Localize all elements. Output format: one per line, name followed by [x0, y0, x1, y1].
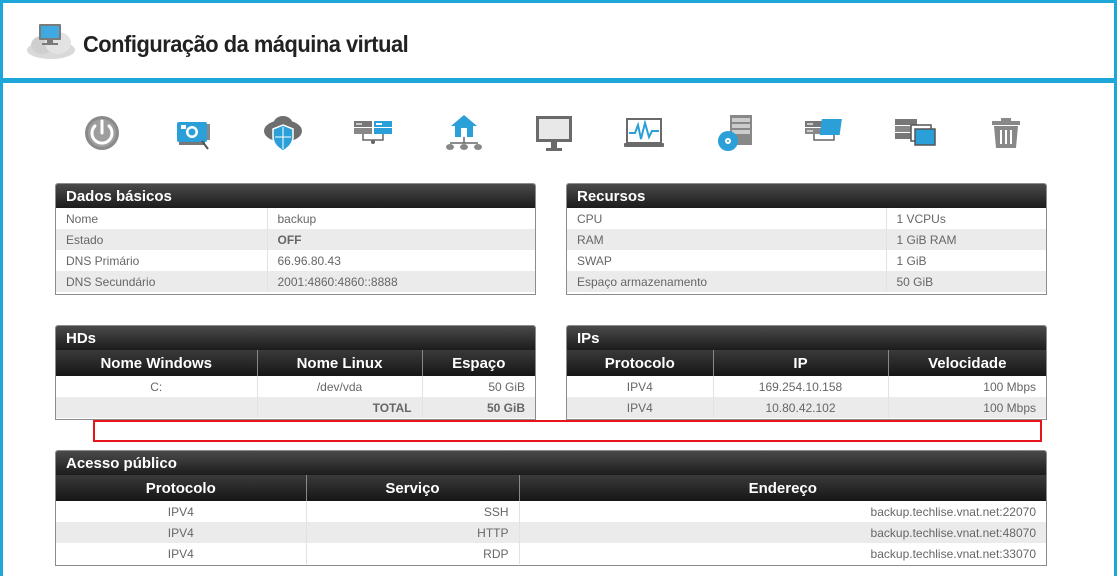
table-row: IPV4 SSH backup.techlise.vnat.net:22070: [56, 501, 1046, 522]
row-label: SWAP: [567, 250, 887, 271]
row-value: 50 GiB: [886, 271, 1046, 292]
row-value: backup: [277, 211, 317, 226]
table-row: IPV4 RDP backup.techlise.vnat.net:33070: [56, 543, 1046, 564]
row-label: RAM: [567, 229, 887, 250]
cloud-computer-logo-icon: [27, 24, 75, 59]
action-toolbar: [80, 111, 1040, 155]
power-icon[interactable]: [80, 111, 124, 155]
home-network-icon[interactable]: [442, 111, 486, 155]
table-row: Estado OFF: [56, 229, 535, 250]
resources-panel: Recursos CPU 1 VCPUs RAM 1 GiB RAM SWAP 1 G…: [566, 183, 1047, 295]
linux-name-cell: /dev/vda: [257, 376, 423, 397]
trash-icon[interactable]: [984, 111, 1028, 155]
table-row: DNS Primário 66.96.80.43: [56, 250, 535, 271]
page-title: Configuração da máquina virtual: [83, 31, 409, 57]
servers-icon[interactable]: [352, 111, 396, 155]
resources-table: CPU 1 VCPUs RAM 1 GiB RAM SWAP 1 GiB Espaço…: [567, 208, 1046, 292]
address-cell: backup.techlise.vnat.net:33070: [870, 546, 1036, 561]
protocol-cell: IPV4: [567, 376, 714, 397]
speed-cell: 100 Mbps: [983, 379, 1036, 394]
address-cell: backup.techlise.vnat.net:22070: [870, 504, 1036, 519]
table-row: IPV4 HTTP backup.techlise.vnat.net:48070: [56, 522, 1046, 543]
row-label: Espaço armazenamento: [567, 271, 887, 292]
space-cell: 50 GiB: [488, 379, 525, 394]
row-label: Estado: [56, 229, 268, 250]
server-screen-icon[interactable]: [803, 111, 847, 155]
service-cell: SSH: [306, 501, 520, 522]
table-row: C: /dev/vda 50 GiB: [56, 376, 535, 397]
table-total-row: TOTAL 50 GiB: [56, 397, 535, 418]
basic-data-table: Nome backup Estado OFF DNS Primário 66.96.8…: [56, 208, 535, 292]
server-images-icon[interactable]: [893, 111, 937, 155]
status-value: OFF: [267, 229, 535, 250]
network-card-icon[interactable]: [171, 111, 215, 155]
row-value: 2001:4860:4860::8888: [267, 271, 535, 292]
row-label: DNS Secundário: [56, 271, 268, 292]
service-cell: RDP: [306, 543, 520, 564]
protocol-cell: IPV4: [56, 501, 307, 522]
total-label: TOTAL: [257, 397, 423, 418]
total-space: 50 GiB: [422, 397, 535, 418]
ips-table: Protocolo IP Velocidade IPV4 169.254.10.…: [567, 350, 1046, 418]
table-header-row: Protocolo Serviço Endereço: [56, 475, 1046, 501]
table-row: RAM 1 GiB RAM: [567, 229, 1046, 250]
table-row: IPV4 10.80.42.102 100 Mbps: [567, 397, 1046, 418]
basic-data-title: Dados básicos: [56, 184, 535, 208]
protocol-cell: IPV4: [567, 397, 714, 418]
basic-data-panel: Dados básicos Nome backup Estado OFF DNS P…: [55, 183, 536, 295]
hds-title: HDs: [56, 326, 535, 350]
disk-server-icon[interactable]: [713, 111, 757, 155]
table-row: Espaço armazenamento 50 GiB: [567, 271, 1046, 292]
row-label: Nome: [56, 208, 268, 229]
row-value: 1 GiB RAM: [886, 229, 1046, 250]
public-access-table: Protocolo Serviço Endereço IPV4 SSH back…: [56, 475, 1046, 564]
column-header: Nome Linux: [257, 350, 423, 376]
column-header: Nome Windows: [56, 350, 258, 376]
address-cell: backup.techlise.vnat.net:48070: [519, 522, 1046, 543]
protocol-cell: IPV4: [56, 543, 307, 564]
public-access-title: Acesso público: [56, 451, 1046, 475]
row-label: DNS Primário: [56, 250, 268, 271]
column-header: Endereço: [519, 475, 1046, 501]
row-label: CPU: [567, 208, 887, 229]
cloud-shield-icon[interactable]: [261, 111, 305, 155]
protocol-cell: IPV4: [56, 522, 307, 543]
windows-name-cell: [56, 397, 258, 418]
table-row: DNS Secundário 2001:4860:4860::8888: [56, 271, 535, 292]
row-value: 1 VCPUs: [896, 211, 946, 226]
ips-title: IPs: [567, 326, 1046, 350]
hds-panel: HDs Nome Windows Nome Linux Espaço C: /d…: [55, 325, 536, 420]
table-row: IPV4 169.254.10.158 100 Mbps: [567, 376, 1046, 397]
table-row: CPU 1 VCPUs: [567, 208, 1046, 229]
column-header: Protocolo: [56, 475, 307, 501]
table-header-row: Protocolo IP Velocidade: [567, 350, 1046, 376]
column-header: IP: [713, 350, 889, 376]
public-access-panel: Acesso público Protocolo Serviço Endereç…: [55, 450, 1047, 566]
row-value: 66.96.80.43: [277, 253, 341, 268]
ips-panel: IPs Protocolo IP Velocidade IPV4 169.254…: [566, 325, 1047, 420]
table-row: Nome backup: [56, 208, 535, 229]
column-header: Espaço: [422, 350, 535, 376]
monitor-icon[interactable]: [532, 111, 576, 155]
ip-cell: 10.80.42.102: [713, 397, 889, 418]
speed-cell: 100 Mbps: [888, 397, 1046, 418]
hds-table: Nome Windows Nome Linux Espaço C: /dev/v…: [56, 350, 535, 418]
main-content: Dados básicos Nome backup Estado OFF DNS P…: [3, 83, 1114, 576]
service-cell: HTTP: [306, 522, 520, 543]
column-header: Velocidade: [888, 350, 1046, 376]
table-row: SWAP 1 GiB: [567, 250, 1046, 271]
ip-cell: 169.254.10.158: [713, 376, 889, 397]
table-header-row: Nome Windows Nome Linux Espaço: [56, 350, 535, 376]
row-value: 1 GiB: [896, 253, 927, 268]
windows-name-cell: C:: [56, 376, 258, 397]
column-header: Protocolo: [567, 350, 714, 376]
monitoring-chart-icon[interactable]: [622, 111, 666, 155]
column-header: Serviço: [306, 475, 520, 501]
page-header: Configuração da máquina virtual: [3, 3, 1114, 78]
resources-title: Recursos: [567, 184, 1046, 208]
